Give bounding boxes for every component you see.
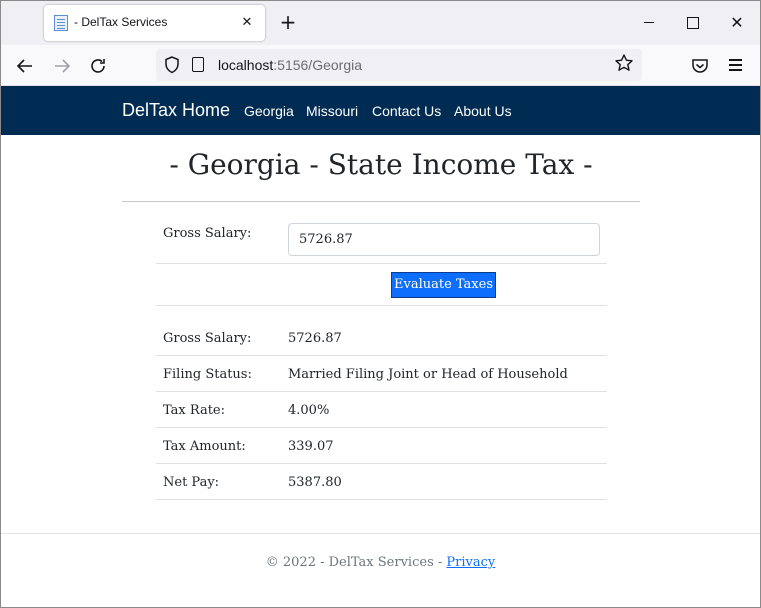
- bookmark-star-icon[interactable]: [612, 53, 636, 77]
- minimize-icon[interactable]: [637, 11, 661, 35]
- result-value-filing-status: Married Filing Joint or Head of Househol…: [288, 367, 568, 382]
- row-divider: [156, 499, 607, 500]
- row-divider: [156, 391, 607, 392]
- result-value-tax-rate: 4.00%: [288, 403, 330, 418]
- web-page: DelTax Home Georgia Missouri Contact Us …: [1, 86, 760, 607]
- result-label-tax-amount: Tax Amount:: [163, 439, 246, 454]
- new-tab-icon[interactable]: +: [277, 11, 299, 33]
- back-icon[interactable]: [12, 53, 38, 79]
- evaluate-taxes-button[interactable]: Evaluate Taxes: [391, 272, 496, 298]
- gross-salary-input-label: Gross Salary:: [163, 226, 252, 241]
- gross-salary-input[interactable]: 5726.87: [288, 223, 600, 256]
- result-label-net-pay: Net Pay:: [163, 475, 220, 490]
- close-icon[interactable]: ✕: [725, 11, 749, 35]
- url-host: localhost: [218, 57, 274, 73]
- nav-link-about[interactable]: About Us: [454, 103, 512, 119]
- title-divider: [122, 201, 640, 202]
- nav-link-georgia[interactable]: Georgia: [244, 103, 294, 119]
- nav-link-missouri[interactable]: Missouri: [306, 103, 358, 119]
- row-divider: [156, 263, 607, 264]
- footer-text: © 2022 - DelTax Services -: [265, 555, 447, 570]
- footer-divider: [1, 533, 760, 534]
- url-bar[interactable]: localhost:5156/Georgia: [156, 49, 642, 81]
- tab-strip: - DelTax Services ✕ + ✕: [1, 1, 760, 45]
- nav-link-contact[interactable]: Contact Us: [372, 103, 441, 119]
- row-divider: [156, 305, 607, 306]
- result-label-tax-rate: Tax Rate:: [163, 403, 226, 418]
- menu-icon[interactable]: [728, 59, 744, 72]
- row-divider: [156, 463, 607, 464]
- row-divider: [156, 355, 607, 356]
- result-label-filing-status: Filing Status:: [163, 367, 252, 382]
- result-value-gross-salary: 5726.87: [288, 331, 342, 346]
- pocket-icon[interactable]: [691, 57, 709, 75]
- tab-title: - DelTax Services: [74, 15, 168, 29]
- brand-link[interactable]: DelTax Home: [122, 100, 230, 121]
- row-divider: [156, 427, 607, 428]
- site-navbar: DelTax Home Georgia Missouri Contact Us …: [1, 86, 760, 135]
- url-text[interactable]: localhost:5156/Georgia: [218, 57, 362, 73]
- browser-toolbar: localhost:5156/Georgia: [1, 45, 760, 86]
- privacy-link[interactable]: Privacy: [446, 555, 495, 570]
- reload-icon[interactable]: [85, 53, 111, 79]
- page-icon[interactable]: [192, 57, 204, 72]
- page-title: - Georgia - State Income Tax -: [169, 148, 593, 181]
- result-value-tax-amount: 339.07: [288, 439, 334, 454]
- browser-tab[interactable]: - DelTax Services ✕: [44, 5, 265, 41]
- footer: © 2022 - DelTax Services - Privacy: [1, 555, 760, 570]
- tab-close-icon[interactable]: ✕: [237, 13, 257, 33]
- browser-window: - DelTax Services ✕ + ✕ localhost:5156/G…: [0, 0, 761, 608]
- maximize-icon[interactable]: [680, 11, 704, 35]
- result-label-gross-salary: Gross Salary:: [163, 331, 252, 346]
- url-path: :5156/Georgia: [273, 57, 362, 73]
- shield-icon[interactable]: [164, 56, 180, 74]
- favicon-icon: [54, 15, 68, 31]
- result-value-net-pay: 5387.80: [288, 475, 342, 490]
- forward-icon[interactable]: [49, 53, 75, 79]
